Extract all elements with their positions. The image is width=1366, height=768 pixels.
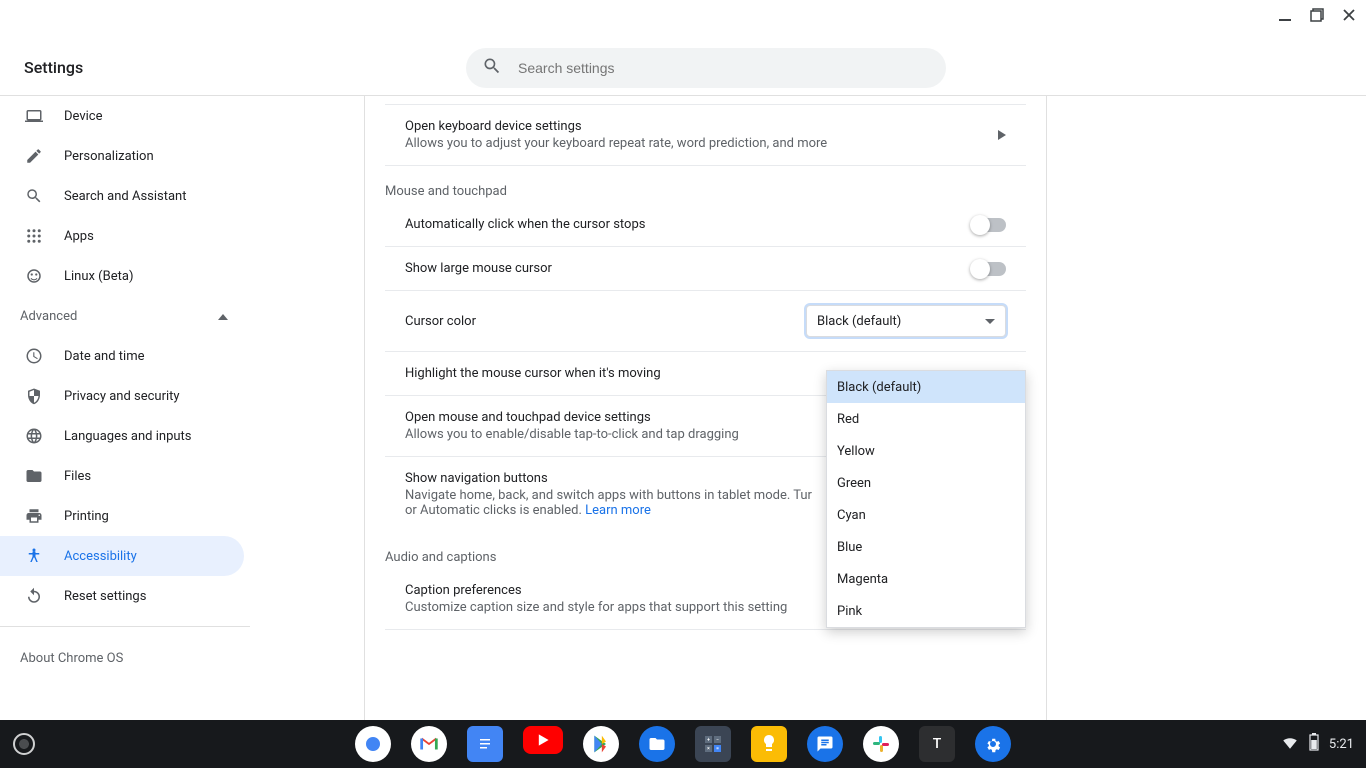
row-cursor-color: Cursor color Black (default) bbox=[385, 291, 1026, 352]
sidebar-item-accessibility[interactable]: Accessibility bbox=[0, 536, 244, 576]
shelf-app-messages[interactable] bbox=[807, 726, 843, 762]
sidebar-item-privacy[interactable]: Privacy and security bbox=[0, 376, 244, 416]
search-icon bbox=[482, 56, 502, 80]
sidebar-item-date-time[interactable]: Date and time bbox=[0, 336, 244, 376]
sidebar-item-label: Personalization bbox=[64, 149, 154, 164]
sidebar-item-about[interactable]: About Chrome OS bbox=[0, 637, 250, 680]
dropdown-option[interactable]: Blue bbox=[827, 531, 1025, 563]
dropdown-option[interactable]: Green bbox=[827, 467, 1025, 499]
clock-icon bbox=[24, 346, 44, 366]
shelf-app-files[interactable] bbox=[639, 726, 675, 762]
sidebar-item-label: Reset settings bbox=[64, 589, 146, 604]
sidebar-item-device[interactable]: Device bbox=[0, 96, 244, 136]
sidebar-item-label: Accessibility bbox=[64, 549, 137, 564]
chevron-down-icon bbox=[985, 319, 995, 324]
sidebar-item-label: Date and time bbox=[64, 349, 145, 364]
svg-text:−: − bbox=[716, 737, 719, 743]
divider bbox=[0, 626, 250, 627]
sidebar-item-label: Linux (Beta) bbox=[64, 269, 133, 284]
sidebar-item-label: Printing bbox=[64, 509, 109, 524]
select-value: Black (default) bbox=[817, 314, 901, 329]
laptop-icon bbox=[24, 106, 44, 126]
sidebar-item-apps[interactable]: Apps bbox=[0, 216, 244, 256]
battery-icon bbox=[1309, 733, 1319, 755]
sidebar-item-search-assistant[interactable]: Search and Assistant bbox=[0, 176, 244, 216]
row-title: Automatically click when the cursor stop… bbox=[405, 217, 956, 232]
dropdown-option[interactable]: Yellow bbox=[827, 435, 1025, 467]
sidebar-item-label: Device bbox=[64, 109, 103, 124]
row-keyboard-settings[interactable]: Open keyboard device settings Allows you… bbox=[385, 105, 1026, 166]
wifi-icon bbox=[1281, 733, 1299, 755]
row-auto-click: Automatically click when the cursor stop… bbox=[385, 203, 1026, 247]
row-title: Cursor color bbox=[405, 314, 790, 329]
section-mouse-touchpad: Mouse and touchpad bbox=[385, 166, 1026, 203]
sidebar-section-label: Advanced bbox=[20, 309, 77, 324]
dropdown-option[interactable]: Pink bbox=[827, 595, 1025, 627]
shelf-app-chrome[interactable] bbox=[355, 726, 391, 762]
sidebar-item-label: Languages and inputs bbox=[64, 429, 192, 444]
shelf-app-keep[interactable] bbox=[751, 726, 787, 762]
accessibility-icon bbox=[24, 546, 44, 566]
shelf-app-settings[interactable] bbox=[975, 726, 1011, 762]
shelf: +−× = T 5:21 bbox=[0, 720, 1366, 768]
shield-icon bbox=[24, 386, 44, 406]
shelf-app-terminal[interactable]: T bbox=[919, 726, 955, 762]
sidebar-item-reset[interactable]: Reset settings bbox=[0, 576, 244, 616]
shelf-app-youtube[interactable] bbox=[523, 726, 563, 754]
apps-grid-icon bbox=[24, 226, 44, 246]
shelf-app-calculator[interactable]: +−× = bbox=[695, 726, 731, 762]
sidebar-item-printing[interactable]: Printing bbox=[0, 496, 244, 536]
page-title: Settings bbox=[24, 58, 83, 77]
search-field[interactable] bbox=[466, 48, 946, 88]
shelf-app-docs[interactable] bbox=[467, 726, 503, 762]
search-input[interactable] bbox=[518, 60, 930, 76]
sidebar-item-languages[interactable]: Languages and inputs bbox=[0, 416, 244, 456]
search-icon bbox=[24, 186, 44, 206]
linux-icon bbox=[24, 266, 44, 286]
svg-text:=: = bbox=[716, 746, 719, 752]
dropdown-option[interactable]: Black (default) bbox=[827, 371, 1025, 403]
toggle-large-cursor[interactable] bbox=[972, 262, 1006, 276]
learn-more-link[interactable]: Learn more bbox=[585, 503, 651, 518]
header: Settings bbox=[0, 0, 1366, 96]
dropdown-option[interactable]: Magenta bbox=[827, 563, 1025, 595]
sidebar-item-label: Privacy and security bbox=[64, 389, 180, 404]
status-tray[interactable]: 5:21 bbox=[1281, 733, 1354, 755]
chevron-right-icon bbox=[998, 130, 1006, 140]
toggle-auto-click[interactable] bbox=[972, 218, 1006, 232]
folder-icon bbox=[24, 466, 44, 486]
dropdown-cursor-color[interactable]: Black (default) Red Yellow Green Cyan Bl… bbox=[826, 370, 1026, 628]
sidebar: Device Personalization Search and Assist… bbox=[0, 96, 250, 720]
svg-text:×: × bbox=[707, 746, 710, 752]
dropdown-option[interactable]: Cyan bbox=[827, 499, 1025, 531]
sidebar-item-label: Files bbox=[64, 469, 91, 484]
sidebar-item-linux[interactable]: Linux (Beta) bbox=[0, 256, 244, 296]
sidebar-item-label: Search and Assistant bbox=[64, 189, 187, 204]
sidebar-item-personalization[interactable]: Personalization bbox=[0, 136, 244, 176]
row-title: Show large mouse cursor bbox=[405, 261, 956, 276]
printer-icon bbox=[24, 506, 44, 526]
sidebar-section-advanced[interactable]: Advanced bbox=[0, 296, 250, 336]
row-large-cursor: Show large mouse cursor bbox=[385, 247, 1026, 291]
svg-text:+: + bbox=[707, 737, 710, 743]
launcher-icon bbox=[13, 733, 35, 755]
sidebar-item-files[interactable]: Files bbox=[0, 456, 244, 496]
launcher-button[interactable] bbox=[0, 720, 48, 768]
chevron-up-icon bbox=[218, 309, 228, 324]
reset-icon bbox=[24, 586, 44, 606]
sidebar-item-label: Apps bbox=[64, 229, 94, 244]
row-title: Open keyboard device settings bbox=[405, 119, 982, 134]
pencil-icon bbox=[24, 146, 44, 166]
shelf-app-gmail[interactable] bbox=[411, 726, 447, 762]
shelf-app-slack[interactable] bbox=[863, 726, 899, 762]
dropdown-option[interactable]: Red bbox=[827, 403, 1025, 435]
row-subtitle: Allows you to adjust your keyboard repea… bbox=[405, 136, 982, 151]
globe-icon bbox=[24, 426, 44, 446]
clock-text: 5:21 bbox=[1329, 737, 1354, 752]
shelf-app-play[interactable] bbox=[583, 726, 619, 762]
select-cursor-color[interactable]: Black (default) bbox=[806, 305, 1006, 337]
